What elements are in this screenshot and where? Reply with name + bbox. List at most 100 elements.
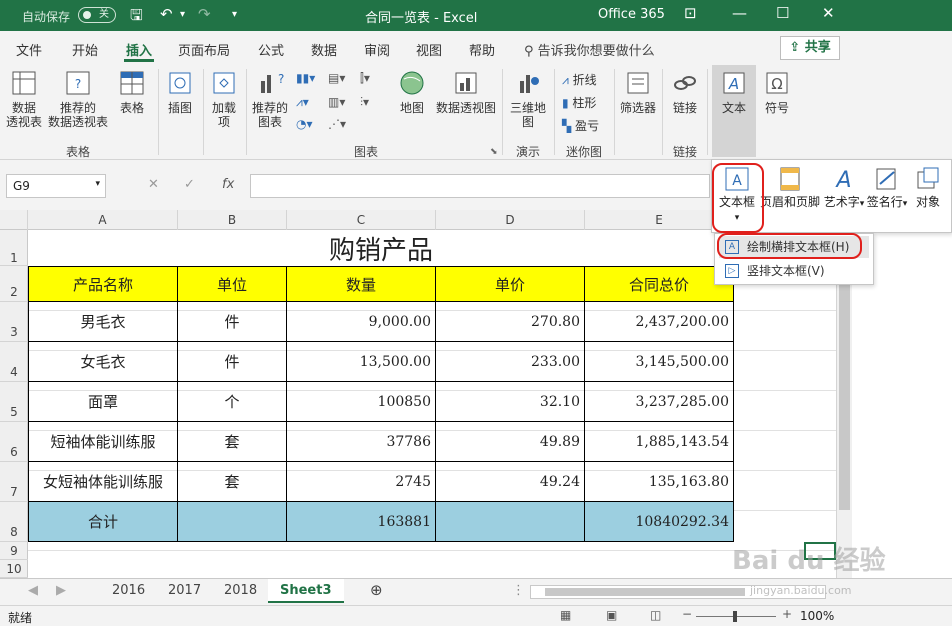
redo-icon[interactable]: ↷ (198, 5, 211, 23)
insert-function-icon[interactable]: fx (222, 177, 234, 192)
normal-view-icon[interactable]: ▦ (560, 608, 571, 622)
row-header[interactable]: 9 (0, 542, 28, 560)
tab-home[interactable]: 开始 (72, 40, 98, 59)
enter-icon[interactable]: ✓ (184, 177, 195, 192)
tab-page-layout[interactable]: 页面布局 (178, 40, 230, 59)
combo-chart-icon[interactable]: ⫶▾ (360, 95, 369, 110)
row-header[interactable]: 7 (0, 462, 28, 502)
column-header[interactable]: A (28, 210, 178, 230)
customize-qat-icon[interactable]: ▾ (232, 9, 237, 20)
table-cell[interactable]: 男毛衣 (28, 302, 178, 342)
column-header[interactable]: B (178, 210, 287, 230)
scroll-thumb[interactable] (839, 270, 850, 510)
tab-data[interactable]: 数据 (311, 40, 337, 59)
addins-button[interactable]: 加载 项 (208, 69, 240, 129)
menu-item-vertical-textbox[interactable]: ▷ 竖排文本框(V) (719, 260, 869, 282)
statistic-chart-icon[interactable]: ▥▾ (328, 95, 345, 109)
sparkline-winloss-button[interactable]: ▚ 盈亏 (562, 117, 599, 134)
header-cell[interactable]: 单位 (178, 266, 287, 302)
table-cell[interactable]: 件 (178, 342, 287, 382)
recommended-pivot-button[interactable]: ? 推荐的 数据透视表 (47, 69, 109, 129)
table-cell[interactable]: 135,163.80 (585, 462, 734, 502)
column-header[interactable]: D (436, 210, 585, 230)
row-header[interactable]: 10 (0, 560, 28, 578)
zoom-out-icon[interactable]: − (682, 607, 692, 621)
recommended-charts-button[interactable]: ? 推荐的 图表 (250, 69, 290, 129)
link-button[interactable]: 链接 (668, 69, 702, 115)
text-button[interactable]: A 文本 (714, 69, 754, 115)
total-cell[interactable] (178, 502, 287, 542)
autosave-toggle[interactable]: 关 (78, 7, 116, 23)
header-cell[interactable]: 数量 (287, 266, 436, 302)
undo-dropdown-icon[interactable]: ▾ (180, 9, 185, 20)
table-cell[interactable]: 100850 (287, 382, 436, 422)
table-cell[interactable]: 37786 (287, 422, 436, 462)
object-button[interactable]: 对象 (908, 166, 948, 209)
tab-splitter[interactable]: ⋮ (512, 583, 525, 598)
header-cell[interactable]: 合同总价 (585, 266, 734, 302)
waterfall-chart-icon[interactable]: ⫿▾ (360, 71, 370, 86)
next-sheet-icon[interactable]: ▶ (56, 583, 66, 598)
column-header[interactable]: C (287, 210, 436, 230)
table-cell[interactable]: 女短袖体能训练服 (28, 462, 178, 502)
filter-button[interactable]: 筛选器 (618, 69, 658, 115)
sparkline-column-button[interactable]: ▮ 柱形 (562, 94, 596, 111)
scroll-thumb[interactable] (545, 588, 745, 596)
sparkline-line-button[interactable]: ⩘ 折线 (562, 71, 597, 88)
row-header[interactable]: 2 (0, 266, 28, 302)
sheet-tab[interactable]: 2018 (224, 583, 257, 598)
prev-sheet-icon[interactable]: ◀ (28, 583, 38, 598)
table-cell[interactable]: 233.00 (436, 342, 585, 382)
row-header[interactable]: 6 (0, 422, 28, 462)
pivot-table-button[interactable]: 数据 透视表 (6, 69, 42, 129)
table-cell[interactable]: 3,145,500.00 (585, 342, 734, 382)
table-cell[interactable]: 1,885,143.54 (585, 422, 734, 462)
row-header[interactable]: 1 (0, 230, 28, 266)
table-cell[interactable]: 套 (178, 462, 287, 502)
table-cell[interactable]: 2,437,200.00 (585, 302, 734, 342)
table-cell[interactable]: 2745 (287, 462, 436, 502)
column-chart-icon[interactable]: ▮▮▾ (296, 71, 315, 85)
cancel-icon[interactable]: ✕ (148, 177, 159, 192)
line-chart-icon[interactable]: ⩘▾ (296, 95, 309, 110)
tab-file[interactable]: 文件 (16, 40, 42, 59)
symbol-button[interactable]: Ω 符号 (760, 69, 794, 115)
total-cell[interactable]: 163881 (287, 502, 436, 542)
table-cell[interactable]: 面罩 (28, 382, 178, 422)
scatter-chart-icon[interactable]: ⋰▾ (328, 117, 346, 131)
wordart-button[interactable]: A 艺术字▾ (822, 166, 866, 211)
tab-review[interactable]: 审阅 (364, 40, 390, 59)
table-cell[interactable]: 32.10 (436, 382, 585, 422)
close-icon[interactable]: ✕ (822, 4, 835, 22)
sheet-title[interactable]: 购销产品 (28, 230, 734, 266)
header-footer-button[interactable]: 页眉和页脚 (758, 166, 822, 209)
page-layout-view-icon[interactable]: ▣ (606, 608, 617, 622)
table-cell[interactable]: 49.89 (436, 422, 585, 462)
name-box[interactable]: G9 ▾ (6, 174, 106, 198)
3d-map-button[interactable]: 三维地 图 (508, 69, 548, 129)
table-cell[interactable]: 女毛衣 (28, 342, 178, 382)
pivot-chart-button[interactable]: 数据透视图 (434, 69, 498, 115)
table-cell[interactable]: 短袖体能训练服 (28, 422, 178, 462)
share-button[interactable]: ⇪ 共享 (780, 36, 840, 60)
total-cell[interactable] (436, 502, 585, 542)
page-break-view-icon[interactable]: ◫ (650, 608, 661, 622)
table-cell[interactable]: 个 (178, 382, 287, 422)
map-button[interactable]: 地图 (396, 69, 428, 115)
zoom-slider-handle[interactable] (733, 611, 737, 622)
illustrations-button[interactable]: 插图 (163, 69, 197, 115)
undo-icon[interactable]: ↶ (160, 5, 173, 23)
tab-formulas[interactable]: 公式 (258, 40, 284, 59)
total-cell[interactable]: 合计 (28, 502, 178, 542)
header-cell[interactable]: 单价 (436, 266, 585, 302)
table-cell[interactable]: 件 (178, 302, 287, 342)
add-sheet-icon[interactable]: ⊕ (370, 581, 383, 599)
row-header[interactable]: 5 (0, 382, 28, 422)
tell-me-search[interactable]: ⚲ 告诉我你想要做什么 (524, 40, 655, 59)
sheet-tab[interactable]: 2016 (112, 583, 145, 598)
row-header[interactable]: 8 (0, 502, 28, 542)
maximize-icon[interactable]: ☐ (776, 4, 789, 22)
ribbon-display-icon[interactable]: ⊡ (684, 4, 697, 22)
table-cell[interactable]: 270.80 (436, 302, 585, 342)
table-cell[interactable]: 49.24 (436, 462, 585, 502)
